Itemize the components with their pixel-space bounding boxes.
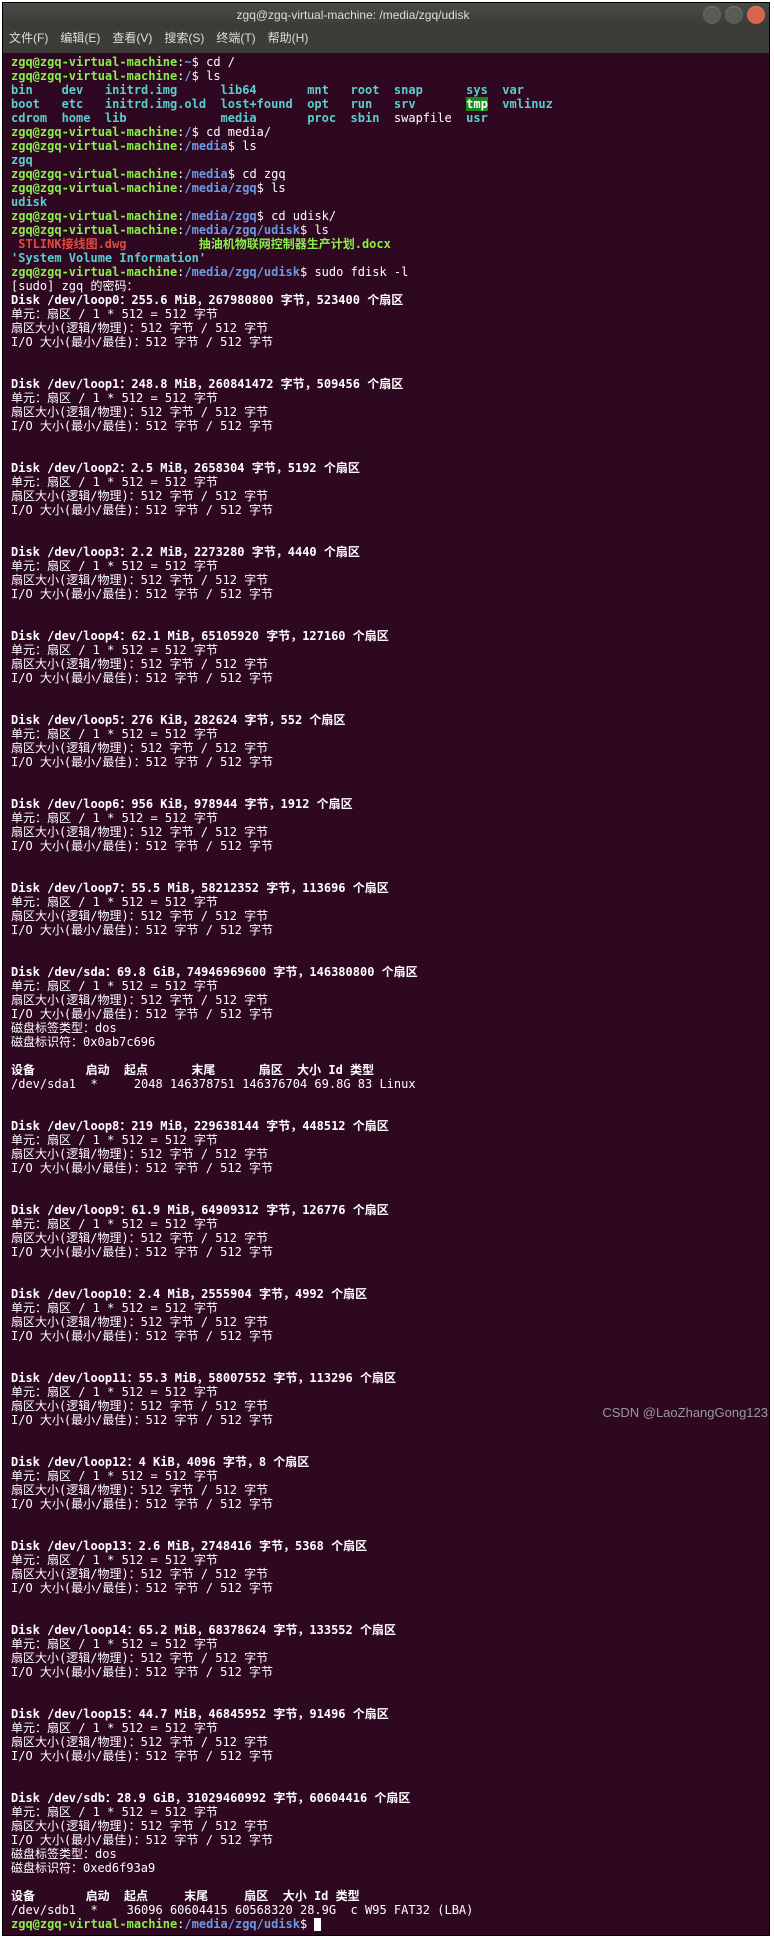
terminal-window: zgq@zgq-virtual-machine: /media/zgq/udis… [2,2,770,1936]
close-icon[interactable] [747,6,765,24]
menu-file[interactable]: 文件(F) [9,31,48,45]
window-title: zgq@zgq-virtual-machine: /media/zgq/udis… [7,8,699,22]
minimize-icon[interactable] [703,6,721,24]
menu-edit[interactable]: 编辑(E) [60,31,100,45]
titlebar[interactable]: zgq@zgq-virtual-machine: /media/zgq/udis… [3,3,769,27]
terminal-output[interactable]: zgq@zgq-virtual-machine:~$ cd / zgq@zgq-… [3,53,769,1935]
menu-help[interactable]: 帮助(H) [268,31,309,45]
watermark: CSDN @LaoZhangGong123 [602,1405,768,1420]
menu-view[interactable]: 查看(V) [112,31,152,45]
menu-terminal[interactable]: 终端(T) [216,31,255,45]
menu-search[interactable]: 搜索(S) [164,31,204,45]
menubar: 文件(F) 编辑(E) 查看(V) 搜索(S) 终端(T) 帮助(H) [3,27,769,53]
maximize-icon[interactable] [725,6,743,24]
